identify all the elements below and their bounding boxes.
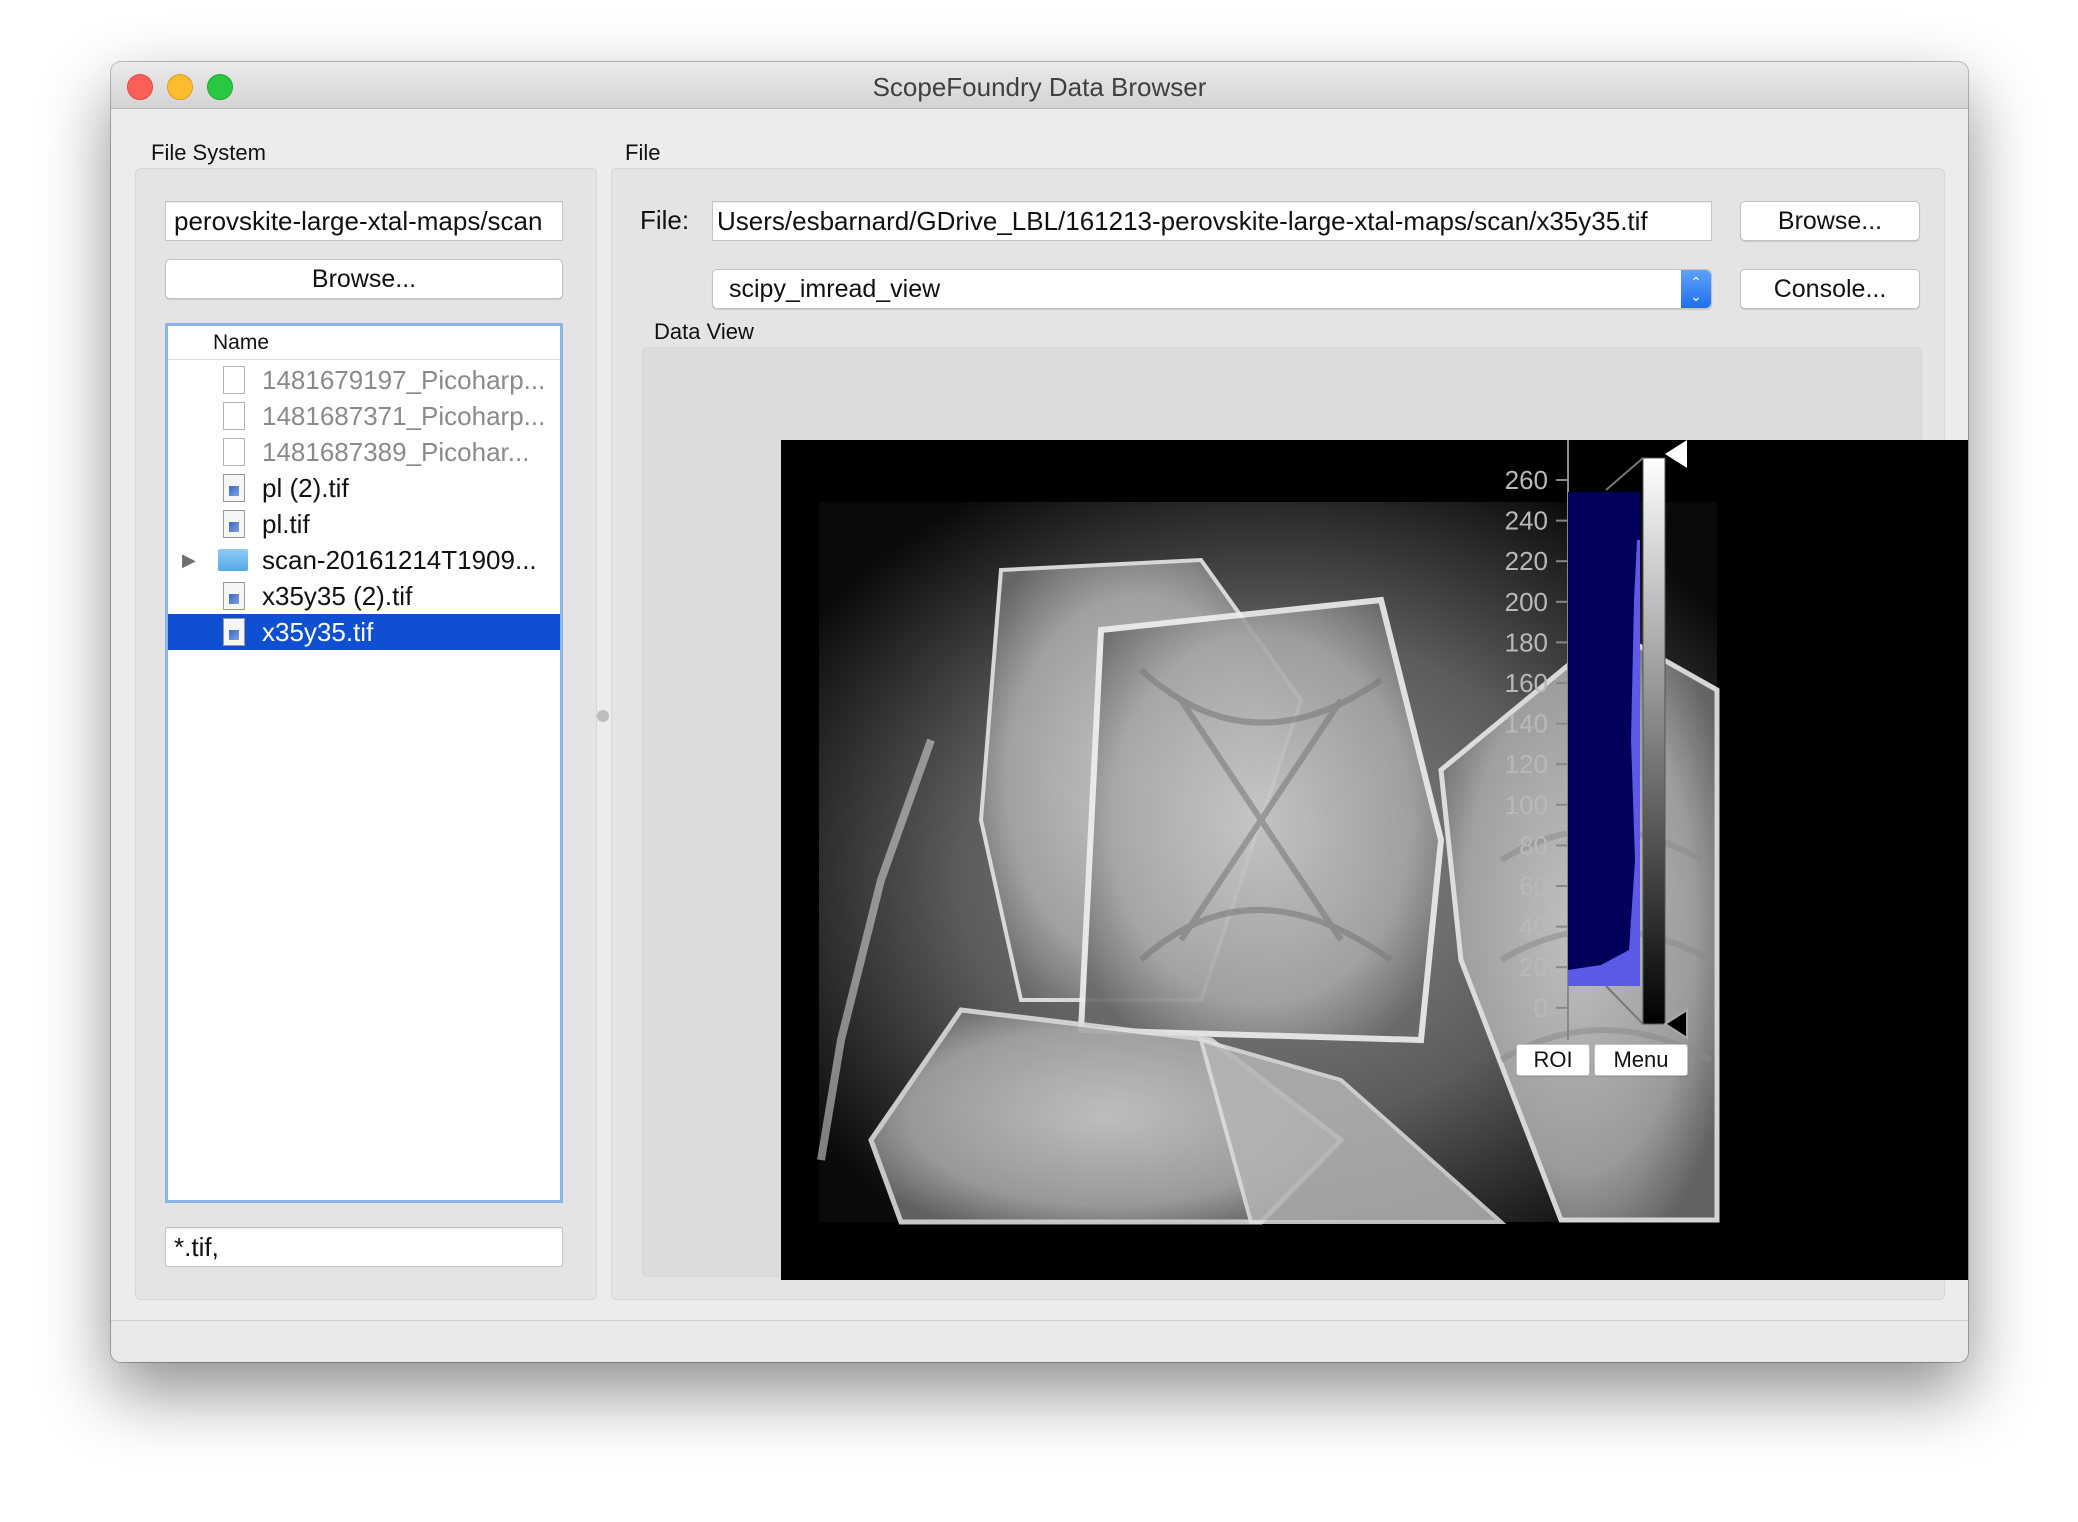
image-view[interactable]: 260 240 220 200 180 160 140 120 100 80 60 40 20 0 ROI… <box>781 440 1968 1280</box>
file-group-label: File <box>625 140 661 165</box>
file-tree[interactable]: Name 1481679197_Picoharp... 1481687371_P… <box>165 323 563 1203</box>
splitter-handle[interactable] <box>597 710 609 722</box>
histogram-tick-label: 220 <box>1505 546 1548 576</box>
tree-row-folder[interactable]: ▶ scan-20161214T1909... <box>168 542 560 578</box>
chevron-updown-icon: ⌃ ⌄ <box>1681 270 1711 308</box>
tree-row[interactable]: pl.tif <box>168 506 560 542</box>
menu-button[interactable]: Menu <box>1594 1044 1688 1076</box>
view-select[interactable]: scipy_imread_view ⌃ ⌄ <box>712 269 1712 309</box>
tree-row-label: x35y35 (2).tif <box>262 581 413 611</box>
histogram-tick-label: 20 <box>1519 952 1548 982</box>
image-view-canvas: 260240220200180160140120100806040200 <box>817 440 1720 1225</box>
tree-row[interactable]: x35y35 (2).tif <box>168 578 560 614</box>
tree-row-label: pl.tif <box>262 509 310 539</box>
tree-row-label: 1481687389_Picohar... <box>262 437 530 467</box>
folder-icon <box>218 549 248 571</box>
tree-row-selected[interactable]: x35y35.tif <box>168 614 560 650</box>
histogram-tick-label: 240 <box>1505 506 1548 536</box>
tree-row[interactable]: 1481687371_Picoharp... <box>168 398 560 434</box>
tif-image-icon <box>223 618 245 646</box>
tree-row-label: scan-20161214T1909... <box>262 545 537 575</box>
histogram-tick-label: 40 <box>1519 912 1548 942</box>
histogram-tick-label: 160 <box>1505 668 1548 698</box>
file-path-input[interactable]: Users/esbarnard/GDrive_LBL/161213-perovs… <box>712 201 1712 241</box>
view-select-value: scipy_imread_view <box>729 275 941 303</box>
histogram-tick-label: 200 <box>1505 587 1548 617</box>
tif-image-icon <box>223 582 245 610</box>
console-button[interactable]: Console... <box>1740 269 1920 309</box>
status-bar <box>111 1320 1968 1362</box>
file-browse-button[interactable]: Browse... <box>1740 201 1920 241</box>
histogram-tick-label: 80 <box>1519 830 1548 860</box>
filesystem-group: perovskite-large-xtal-maps/scan Browse..… <box>135 168 597 1300</box>
file-field-label: File: <box>640 205 690 235</box>
file-icon <box>223 366 245 394</box>
histogram-tick-label: 140 <box>1505 709 1548 739</box>
window-title: ScopeFoundry Data Browser <box>872 72 1207 102</box>
histogram-tick-label: 260 <box>1505 465 1548 495</box>
expand-arrow-icon[interactable]: ▶ <box>182 542 196 578</box>
tif-image-icon <box>223 474 245 502</box>
tree-row-label: 1481687371_Picoharp... <box>262 401 546 431</box>
tree-row-label: x35y35.tif <box>262 617 374 647</box>
filesystem-browse-button[interactable]: Browse... <box>165 259 563 299</box>
histogram-tick-label: 120 <box>1505 749 1548 779</box>
data-view-label: Data View <box>654 319 754 344</box>
roi-button[interactable]: ROI <box>1516 1044 1590 1076</box>
filesystem-path-input[interactable]: perovskite-large-xtal-maps/scan <box>165 201 563 241</box>
histogram-tick-label: 60 <box>1519 871 1548 901</box>
tree-row-label: 1481679197_Picoharp... <box>262 365 546 395</box>
tree-row[interactable]: pl (2).tif <box>168 470 560 506</box>
title-bar: ScopeFoundry Data Browser <box>111 62 1968 109</box>
tree-row[interactable]: 1481679197_Picoharp... <box>168 362 560 398</box>
file-icon <box>223 438 245 466</box>
max-level-handle-icon[interactable] <box>1665 440 1687 468</box>
histogram-tick-label: 100 <box>1505 790 1548 820</box>
histogram-tick-label: 180 <box>1505 627 1548 657</box>
file-icon <box>223 402 245 430</box>
histogram-region[interactable] <box>1568 492 1640 986</box>
tree-row-label: pl (2).tif <box>262 473 349 503</box>
gradient-colorbar[interactable] <box>1642 457 1666 1025</box>
histogram-tick-label: 0 <box>1534 993 1548 1023</box>
tree-header-name[interactable]: Name <box>168 326 560 360</box>
tree-row[interactable]: 1481687389_Picohar... <box>168 434 560 470</box>
tif-image-icon <box>223 510 245 538</box>
file-filter-input[interactable]: *.tif, <box>165 1227 563 1267</box>
app-window: ScopeFoundry Data Browser File System pe… <box>111 62 1968 1362</box>
filesystem-group-label: File System <box>151 140 266 165</box>
